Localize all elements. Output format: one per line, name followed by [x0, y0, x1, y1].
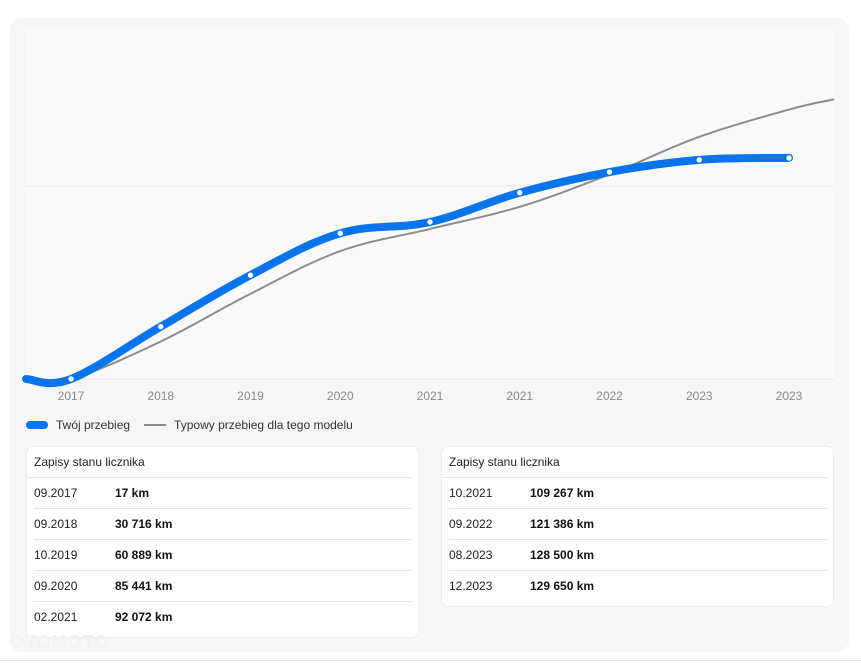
- panel-title: Zapisy stanu licznika: [27, 447, 412, 478]
- odometer-records-panel-left: Zapisy stanu licznika 09.2017 17 km 09.2…: [27, 447, 418, 637]
- data-point-yours: [426, 218, 434, 226]
- record-date: 09.2017: [34, 486, 78, 500]
- record-date: 02.2021: [34, 610, 78, 624]
- x-tick-label: 2021: [417, 389, 444, 403]
- record-date: 08.2023: [449, 548, 493, 562]
- table-row: 09.2020 85 441 km: [34, 571, 412, 602]
- data-point-yours: [67, 375, 75, 383]
- table-row: 08.2023 128 500 km: [449, 540, 827, 571]
- data-point-yours: [695, 156, 703, 164]
- x-tick-label: 2018: [147, 389, 174, 403]
- record-km: 60 889 km: [115, 548, 173, 562]
- record-km: 17 km: [115, 486, 150, 500]
- x-tick-label: 2023: [686, 389, 713, 403]
- x-tick-label: 2021: [506, 389, 533, 403]
- odometer-records-panel-right: Zapisy stanu licznika 10.2021 109 267 km…: [442, 447, 833, 606]
- record-date: 10.2019: [34, 548, 78, 562]
- record-date: 09.2018: [34, 517, 78, 531]
- panel-title: Zapisy stanu licznika: [442, 447, 827, 478]
- legend-label-typical: Typowy przebieg dla tego modelu: [174, 418, 353, 432]
- record-date: 09.2020: [34, 579, 78, 593]
- record-date: 12.2023: [449, 579, 493, 593]
- record-km: 129 650 km: [530, 579, 595, 593]
- record-km: 85 441 km: [115, 579, 173, 593]
- chart-legend: Twój przebieg Typowy przebieg dla tego m…: [26, 417, 353, 433]
- data-point-yours: [785, 154, 793, 162]
- record-date: 10.2021: [449, 486, 493, 500]
- legend-swatch-typical: [144, 424, 167, 426]
- data-point-yours: [605, 168, 614, 176]
- legend-label-yours: Twój przebieg: [56, 418, 131, 432]
- x-tick-label: 2020: [327, 389, 354, 403]
- data-point-yours: [157, 322, 165, 331]
- x-tick-label: 2019: [237, 389, 264, 403]
- data-point-yours: [336, 229, 344, 238]
- record-km: 121 386 km: [530, 517, 595, 531]
- table-row: 10.2021 109 267 km: [449, 478, 827, 509]
- watermark-logo: OTOMOTO: [10, 632, 110, 652]
- data-point-yours: [246, 271, 255, 279]
- divider: [0, 660, 861, 661]
- record-km: 92 072 km: [115, 610, 173, 624]
- plot-area: [26, 30, 834, 379]
- table-row: 09.2017 17 km: [34, 478, 412, 509]
- record-km: 128 500 km: [530, 548, 595, 562]
- data-point-yours: [516, 188, 524, 197]
- record-km: 109 267 km: [530, 486, 595, 500]
- table-row: 09.2022 121 386 km: [449, 509, 827, 540]
- mileage-chart: 2017 2018 2019 2020 2021 2021 2022 2023 2023: [22, 30, 835, 403]
- legend-swatch-yours: [26, 421, 48, 429]
- record-date: 09.2022: [449, 517, 493, 531]
- table-row: 09.2018 30 716 km: [34, 509, 412, 540]
- x-tick-label: 2022: [596, 389, 623, 403]
- x-tick-label: 2023: [776, 389, 803, 403]
- table-row: 02.2021 92 072 km: [34, 602, 412, 632]
- x-tick-label: 2017: [58, 389, 85, 403]
- record-km: 30 716 km: [115, 517, 173, 531]
- table-row: 10.2019 60 889 km: [34, 540, 412, 571]
- table-row: 12.2023 129 650 km: [449, 571, 827, 601]
